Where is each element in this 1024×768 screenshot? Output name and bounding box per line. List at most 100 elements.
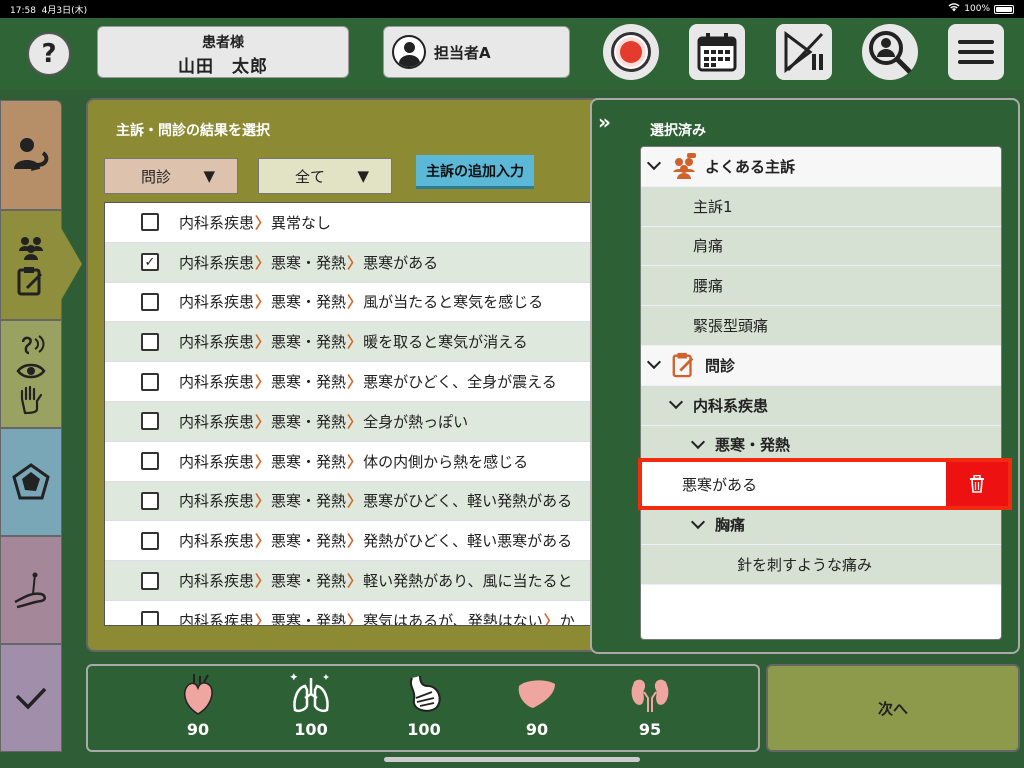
sidebar-tab-confirm[interactable] — [0, 644, 62, 752]
complaint-row[interactable]: 内科系疾患〉悪寒・発熱〉暖を取ると寒気が消える — [105, 322, 609, 363]
hand-icon — [20, 385, 43, 415]
complaint-row[interactable]: 内科系疾患〉悪寒・発熱〉発熱がひどく、軽い悪寒がある — [105, 521, 609, 562]
complaint-checkbox[interactable] — [141, 332, 159, 351]
vital-kidney-value: 95 — [638, 720, 662, 739]
sidebar-tab-diagnosis[interactable] — [0, 428, 62, 536]
filter-scope-dropdown[interactable]: 全て ▼ — [258, 158, 392, 194]
complaint-checkbox[interactable]: ✓ — [141, 253, 159, 272]
patient-label: 患者様 — [202, 35, 244, 51]
breadcrumb-separator-icon: 〉 — [255, 253, 271, 272]
checkmark-icon — [15, 687, 47, 710]
vital-heart[interactable]: 90 — [168, 672, 228, 739]
complaint-checkbox[interactable] — [141, 412, 159, 431]
complaint-checkbox[interactable] — [141, 571, 159, 590]
vital-stomach[interactable]: 100 — [394, 672, 454, 739]
breadcrumb-separator-icon: 〉 — [347, 532, 363, 551]
people-chat-icon — [673, 153, 696, 180]
next-button[interactable]: 次へ — [766, 664, 1020, 752]
complaint-subcategory: 悪寒・発熱 — [271, 611, 347, 626]
chevron-down-icon — [668, 395, 684, 410]
vital-liver-value: 90 — [525, 720, 549, 739]
complaint-row[interactable]: 内科系疾患〉悪寒・発熱〉悪寒がひどく、軽い発熱がある — [105, 481, 609, 522]
user-search-icon — [869, 31, 912, 74]
complaint-category: 内科系疾患 — [179, 293, 255, 312]
complaint-row[interactable]: 内科系疾患〉悪寒・発熱〉風が当たると寒気を感じる — [105, 283, 609, 323]
complaint-row[interactable]: 内科系疾患〉悪寒・発熱〉全身が熱っぽい — [105, 401, 609, 442]
complaint-checkbox[interactable] — [141, 213, 159, 232]
complaint-category: 内科系疾患 — [179, 373, 255, 392]
patient-search-button[interactable] — [862, 24, 918, 80]
tree-item[interactable]: 針を刺すような痛み — [641, 544, 1001, 585]
complaint-row[interactable]: 内科系疾患〉異常なし — [105, 203, 609, 243]
complaint-row[interactable]: 内科系疾患〉悪寒・発熱〉寒気はあるが、発熱はない〉か — [105, 601, 609, 626]
filter-type-dropdown[interactable]: 問診 ▼ — [104, 158, 238, 194]
vital-lungs[interactable]: 100 — [281, 672, 341, 739]
selected-title: 選択済み — [650, 123, 706, 139]
sidebar-tab-acupuncture[interactable] — [0, 536, 62, 644]
breadcrumb-separator-icon: 〉 — [347, 572, 363, 591]
delete-button[interactable] — [946, 462, 1008, 506]
breadcrumb-separator-icon: 〉 — [347, 253, 363, 272]
add-complaint-button[interactable]: 主訴の追加入力 — [416, 155, 534, 189]
tree-subcategory[interactable]: 胸痛 — [641, 505, 1001, 545]
breadcrumb-separator-icon: 〉 — [255, 492, 271, 511]
ear-icon — [21, 335, 45, 355]
tree-item-common[interactable]: 肩痛 — [641, 226, 1001, 267]
complaint-row[interactable]: 内科系疾患〉悪寒・発熱〉悪寒がひどく、全身が震える — [105, 362, 609, 402]
complaint-row[interactable]: 内科系疾患〉悪寒・発熱〉体の内側から熱を感じる — [105, 442, 609, 482]
app-header: ? 患者様 山田 太郎 担当者A — [0, 18, 1024, 90]
complaint-row[interactable]: 内科系疾患〉悪寒・発熱〉軽い発熱があり、風に当たると — [105, 561, 609, 601]
complaint-subcategory: 悪寒・発熱 — [271, 452, 347, 471]
help-button[interactable]: ? — [27, 32, 71, 76]
breadcrumb-separator-icon: 〉 — [543, 611, 559, 626]
complaint-checkbox[interactable] — [141, 372, 159, 391]
complaint-checkbox[interactable] — [141, 491, 159, 510]
breadcrumb-separator-icon: 〉 — [347, 611, 363, 626]
acupuncture-icon — [14, 572, 46, 609]
complaint-label: 全身が熱っぽい — [363, 412, 469, 431]
sidebar-tab-patient[interactable] — [0, 100, 62, 210]
play-pause-icon — [784, 31, 824, 73]
calendar-button[interactable] — [689, 24, 745, 80]
vital-heart-value: 90 — [186, 720, 210, 739]
selected-panel: » 選択済み よくある主訴 主訴1 肩痛 腰痛 緊張型頭痛 問診 内科系疾患 悪… — [590, 98, 1020, 654]
complaint-subcategory: 悪寒・発熱 — [271, 572, 347, 591]
complaint-checkbox[interactable] — [141, 452, 159, 471]
tree-item-common[interactable]: 緊張型頭痛 — [641, 306, 1001, 346]
tree-category[interactable]: 内科系疾患 — [641, 385, 1001, 426]
sidebar-tab-observation[interactable] — [0, 320, 62, 428]
complaint-subcategory: 悪寒・発熱 — [271, 532, 347, 551]
tree-item-common[interactable]: 主訴1 — [641, 186, 1001, 227]
tree-subcategory-label: 悪寒・発熱 — [715, 436, 791, 455]
complaint-label: 体の内側から熱を感じる — [363, 452, 529, 471]
breadcrumb-separator-icon: 〉 — [255, 532, 271, 551]
sidebar-tab-interview[interactable] — [0, 210, 62, 320]
vital-liver[interactable]: 90 — [507, 672, 567, 739]
collapse-panel-button[interactable]: » — [598, 110, 611, 134]
patient-transfer-icon — [14, 138, 49, 171]
complaint-list[interactable]: 内科系疾患〉異常なし ✓ 内科系疾患〉悪寒・発熱〉悪寒がある 内科系疾患〉悪寒・発熱〉… — [104, 202, 610, 626]
complaint-checkbox[interactable] — [141, 531, 159, 550]
vital-lungs-value: 100 — [294, 720, 328, 739]
panel-title: 主訴・問診の結果を選択 — [116, 123, 270, 139]
breadcrumb-separator-icon: 〉 — [255, 412, 271, 431]
staff-selector[interactable]: 担当者A — [383, 26, 570, 78]
filter-type-value: 問診 — [141, 167, 172, 186]
tree-group-monshin[interactable]: 問診 — [641, 345, 1001, 386]
complaint-label: 異常なし — [271, 213, 332, 232]
menu-button[interactable] — [948, 24, 1004, 80]
play-pause-button[interactable] — [776, 24, 832, 80]
complaint-label: 風が当たると寒気を感じる — [363, 293, 544, 312]
tree-group-common[interactable]: よくある主訴 — [641, 147, 1001, 187]
vital-kidney[interactable]: 95 — [620, 672, 680, 739]
patient-selector[interactable]: 患者様 山田 太郎 — [97, 26, 349, 78]
clipboard-edit-icon — [17, 267, 43, 296]
selected-item-swiped[interactable]: 悪寒がある — [638, 458, 1012, 510]
tree-item-common[interactable]: 腰痛 — [641, 266, 1001, 307]
tree-item-label: 針を刺すような痛み — [737, 555, 873, 574]
complaint-checkbox[interactable] — [141, 611, 159, 625]
record-button[interactable] — [603, 24, 659, 80]
complaint-label: 悪寒がある — [363, 253, 439, 272]
complaint-checkbox[interactable] — [141, 292, 159, 311]
complaint-row[interactable]: ✓ 内科系疾患〉悪寒・発熱〉悪寒がある — [105, 242, 609, 283]
